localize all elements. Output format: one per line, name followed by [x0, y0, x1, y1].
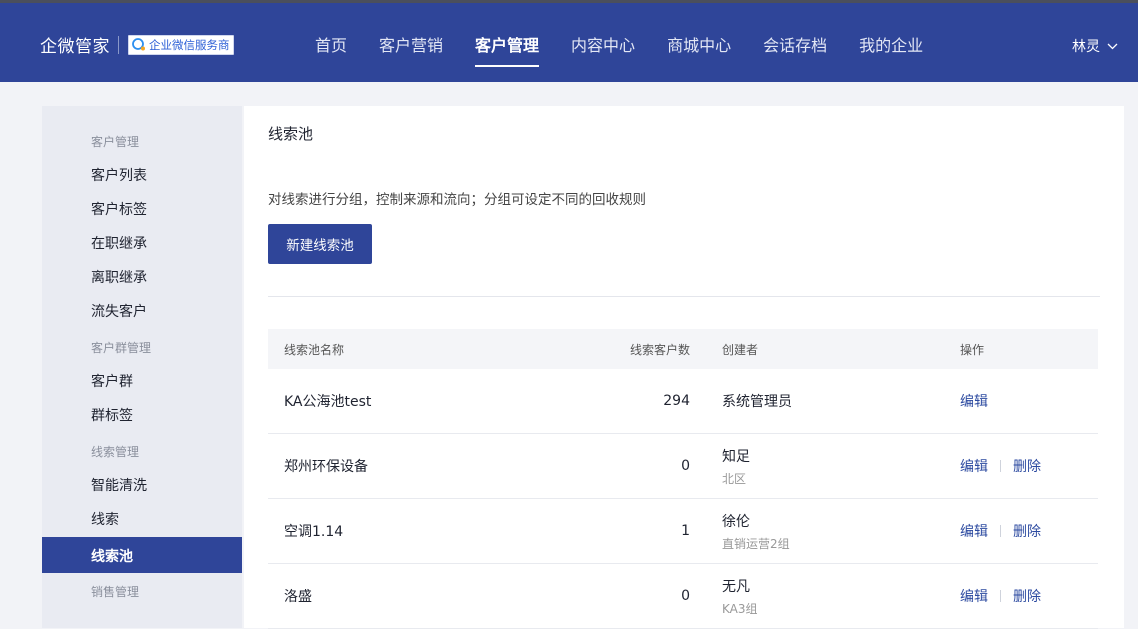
creator-name: 系统管理员	[722, 394, 792, 410]
table-row: 郑州环保设备 0 知足 北区 编辑 删除	[268, 434, 1098, 499]
lead-count: 294	[663, 393, 690, 409]
chevron-down-icon	[1107, 43, 1118, 49]
actions-cell: 编辑 删除	[955, 456, 1098, 476]
top-navigation-bar: 企微管家 企业微信服务商 首页 客户营销 客户管理 内容中心 商城中心 会话存档 我的企业 …	[0, 0, 1138, 82]
sidebar-item[interactable]: 客户列表	[42, 159, 242, 193]
sidebar-item[interactable]: 群标签	[42, 399, 242, 433]
header-creator: 创建者	[722, 342, 759, 357]
header-pool-name: 线索池名称	[284, 342, 345, 357]
creator-name: 无凡	[722, 578, 750, 595]
action-separator	[1000, 460, 1001, 472]
brand-name: 企微管家	[40, 37, 110, 57]
creator-name: 知足	[722, 448, 750, 465]
sidebar-item[interactable]: 流失客户	[42, 295, 242, 329]
nav-item[interactable]: 商城中心	[667, 3, 731, 82]
table-row: KA公海池test 294 系统管理员 编辑	[268, 369, 1098, 434]
badge-text: 企业微信服务商	[149, 37, 230, 52]
action-separator	[1000, 525, 1001, 537]
user-menu[interactable]: 林灵	[1072, 36, 1118, 56]
pool-name: 洛盛	[284, 589, 312, 605]
actions-cell: 编辑 删除	[955, 586, 1098, 606]
edit-link[interactable]: 编辑	[960, 521, 988, 541]
page-description: 对线索进行分组，控制来源和流向；分组可设定不同的回收规则	[268, 192, 646, 208]
service-provider-badge: 企业微信服务商	[128, 34, 234, 55]
sidebar-item[interactable]: 智能清洗	[42, 469, 242, 503]
creator-cell: 徐伦直销运营2组	[690, 511, 955, 552]
lead-pool-table: 线索池名称 线索客户数 创建者 操作 KA公海池test 294 系统管理员 编辑 郑州…	[268, 329, 1098, 629]
delete-link[interactable]: 删除	[1013, 586, 1041, 606]
nav-item[interactable]: 内容中心	[571, 3, 635, 82]
table-header: 线索池名称 线索客户数 创建者 操作	[268, 329, 1098, 369]
creator-name: 徐伦	[722, 513, 750, 530]
creator-cell: 知足 北区	[690, 446, 955, 487]
nav-item[interactable]: 客户管理	[475, 3, 540, 82]
sidebar-item[interactable]: 客户群	[42, 365, 242, 399]
lead-count: 0	[681, 588, 690, 604]
brand[interactable]: 企微管家 企业微信服务商	[40, 32, 234, 57]
nav-item[interactable]: 首页	[315, 3, 347, 82]
actions-cell: 编辑 删除	[955, 521, 1098, 541]
table-row: 空调1.14 1 徐伦 直销运营2组 编辑 删除	[268, 499, 1098, 564]
main-content: 线索池 对线索进行分组，控制来源和流向；分组可设定不同的回收规则 新建线索池 线…	[244, 106, 1124, 629]
creator-department: 直销运营2组	[722, 536, 790, 551]
lead-count: 0	[681, 458, 690, 474]
new-lead-pool-button[interactable]: 新建线索池	[268, 224, 372, 264]
nav-item[interactable]: 客户营销	[379, 3, 443, 82]
pool-name: KA公海池test	[284, 394, 372, 410]
creator-cell: 系统管理员	[690, 391, 955, 411]
sidebar-item[interactable]: 线索	[42, 503, 242, 537]
sidebar-group-title: 销售管理	[91, 585, 140, 599]
nav-item[interactable]: 会话存档	[763, 3, 827, 82]
table-row: 洛盛 0 无凡 KA3组 编辑 删除	[268, 564, 1098, 629]
user-name: 林灵	[1072, 39, 1100, 55]
pool-name: 郑州环保设备	[284, 459, 368, 475]
sidebar-group-title: 客户管理	[91, 135, 140, 149]
sidebar-item[interactable]: 在职继承	[42, 227, 242, 261]
pool-name: 空调1.14	[284, 524, 344, 540]
creator-department: 北区	[722, 471, 747, 486]
creator-cell: 无凡 KA3组	[690, 576, 955, 617]
brand-divider	[118, 35, 119, 54]
sidebar-item[interactable]: 线索池	[42, 537, 242, 573]
table-body: KA公海池test 294 系统管理员 编辑 郑州环保设备 0 知足 北区 编辑 删除 空调1.14…	[268, 369, 1098, 629]
lead-count: 1	[681, 523, 690, 539]
sidebar: 客户管理客户列表 客户标签 在职继承 离职继承 流失客户客户群管理客户群 群标签线索管理智…	[42, 106, 242, 628]
nav-item[interactable]: 我的企业	[859, 3, 923, 82]
delete-link[interactable]: 删除	[1013, 456, 1041, 476]
divider	[268, 296, 1100, 297]
edit-link[interactable]: 编辑	[960, 586, 988, 606]
wecom-logo-icon	[132, 37, 145, 50]
page-title: 线索池	[268, 125, 314, 143]
action-separator	[1000, 590, 1001, 602]
sidebar-item[interactable]: 客户标签	[42, 193, 242, 227]
delete-link[interactable]: 删除	[1013, 521, 1041, 541]
header-actions: 操作	[960, 342, 985, 357]
sidebar-group-title: 线索管理	[91, 445, 140, 459]
actions-cell: 编辑	[955, 391, 1098, 411]
edit-link[interactable]: 编辑	[960, 456, 988, 476]
edit-link[interactable]: 编辑	[960, 391, 988, 411]
creator-department: KA3组	[722, 601, 758, 616]
sidebar-item[interactable]: 离职继承	[42, 261, 242, 295]
main-nav: 首页 客户营销 客户管理 内容中心 商城中心 会话存档 我的企业	[315, 3, 955, 82]
sidebar-group-title: 客户群管理	[91, 341, 152, 355]
header-lead-count: 线索客户数	[629, 342, 690, 357]
